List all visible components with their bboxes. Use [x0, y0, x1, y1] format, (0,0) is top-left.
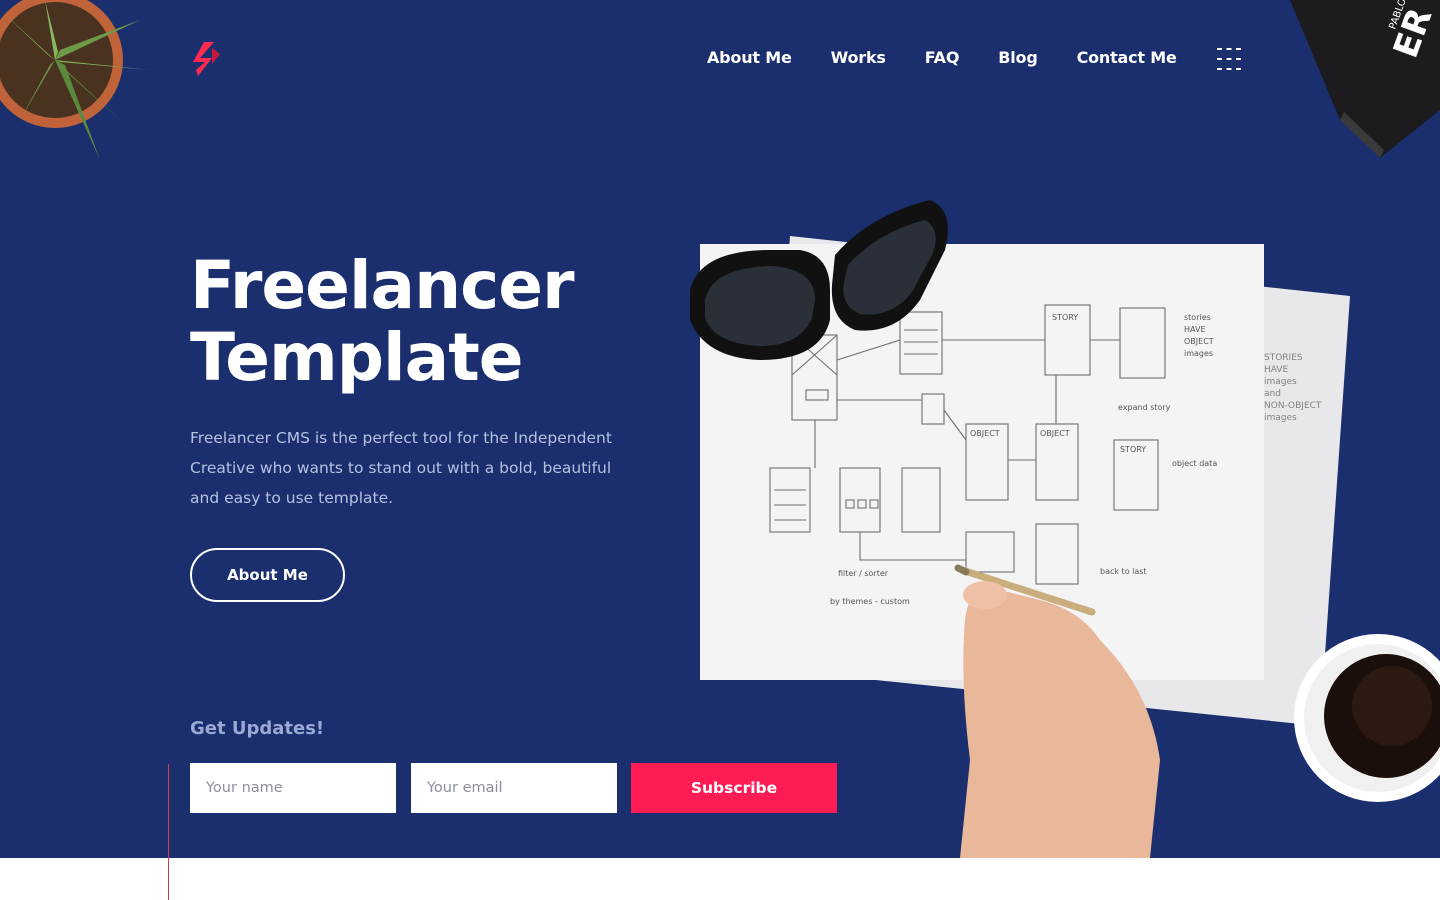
nav-faq[interactable]: FAQ	[925, 46, 960, 70]
brand-logo-icon[interactable]	[190, 40, 224, 78]
email-input[interactable]	[411, 763, 617, 813]
glasses-image	[690, 200, 948, 360]
svg-text:images: images	[1264, 377, 1297, 387]
newsletter-title: Get Updates!	[190, 718, 325, 739]
svg-text:NON-OBJECT: NON-OBJECT	[1264, 401, 1322, 411]
grid-menu-icon[interactable]	[1217, 48, 1241, 70]
hand-image	[954, 564, 1160, 858]
book-image: PABLO ER	[1290, 0, 1440, 158]
svg-text:ER: ER	[1386, 3, 1440, 63]
hero-title-line-2: Template	[190, 319, 524, 396]
svg-text:OBJECT: OBJECT	[1040, 429, 1070, 438]
svg-text:OBJECT: OBJECT	[970, 429, 1000, 438]
svg-text:images: images	[1184, 349, 1213, 358]
subscribe-button[interactable]: Subscribe	[631, 763, 837, 813]
svg-text:and: and	[1264, 389, 1281, 399]
nav-about-me[interactable]: About Me	[707, 46, 792, 70]
coffee-cup-image	[1294, 634, 1440, 802]
about-me-button[interactable]: About Me	[190, 548, 345, 602]
svg-text:stories: stories	[1184, 313, 1211, 322]
svg-text:by themes - custom: by themes - custom	[830, 597, 910, 606]
svg-text:PABLO: PABLO	[1387, 0, 1408, 31]
svg-text:STORIES: STORIES	[1264, 353, 1303, 363]
svg-text:images: images	[1264, 413, 1297, 423]
svg-text:filter / sorter: filter / sorter	[838, 569, 889, 578]
svg-text:expand story: expand story	[1118, 403, 1171, 412]
hero-description: Freelancer CMS is the perfect tool for t…	[190, 429, 612, 507]
svg-text:HAVE: HAVE	[1184, 325, 1206, 334]
paper-sketch-image: STORY OBJECT OBJECT STORY expand story o…	[700, 244, 1264, 680]
hero-section: PABLO ER STORIES HAVE images and NON-OBJ…	[0, 0, 1440, 858]
main-nav: About Me Works FAQ Blog Contact Me	[707, 46, 1216, 70]
hero-title-line-1: Freelancer	[190, 247, 575, 324]
svg-text:STORY: STORY	[1052, 313, 1078, 322]
svg-text:STORY: STORY	[1120, 445, 1146, 454]
accent-divider-line	[168, 764, 169, 900]
svg-text:OBJECT: OBJECT	[1184, 337, 1214, 346]
svg-text:object data: object data	[1172, 459, 1217, 468]
plant-image	[0, 0, 150, 160]
name-input[interactable]	[190, 763, 396, 813]
svg-text:back to last: back to last	[1100, 567, 1147, 576]
nav-contact-me[interactable]: Contact Me	[1077, 46, 1177, 70]
nav-works[interactable]: Works	[831, 46, 886, 70]
nav-blog[interactable]: Blog	[998, 46, 1038, 70]
hero-title: Freelancer Template	[190, 250, 690, 394]
next-section	[0, 858, 1440, 900]
svg-text:HAVE: HAVE	[1264, 365, 1289, 375]
paper-back-image: STORIES HAVE images and NON-OBJECT image…	[760, 236, 1350, 726]
